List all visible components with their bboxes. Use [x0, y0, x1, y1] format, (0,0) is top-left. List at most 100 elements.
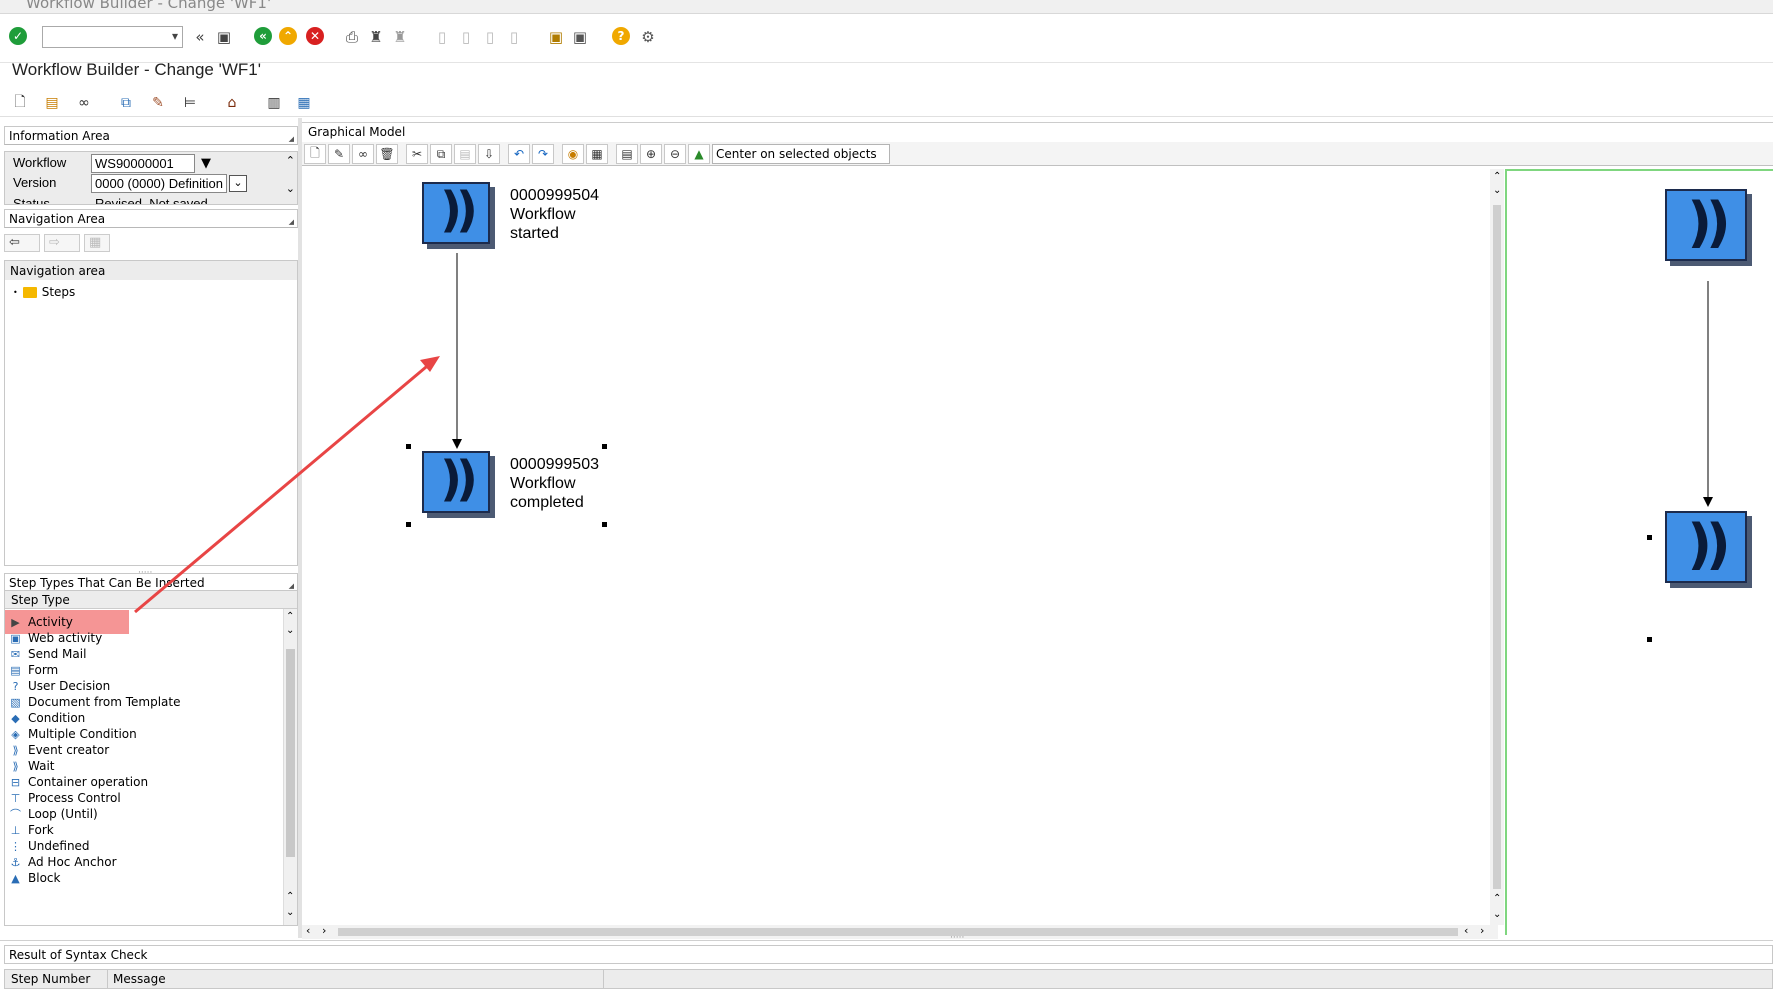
new-document-icon[interactable]: 🗋 [10, 93, 30, 113]
version-field[interactable]: 0000 (0000) Definition [91, 174, 227, 193]
scroll-up-icon[interactable]: ⌃ [286, 891, 294, 902]
new-icon[interactable]: 🗋 [304, 144, 326, 164]
scroll-up-icon[interactable]: ⌃ [1493, 893, 1501, 904]
user-decision-icon: ? [12, 679, 19, 693]
copy-icon[interactable]: ⧉ [430, 144, 452, 164]
resize-corner-icon[interactable]: ◢ [289, 218, 294, 226]
paste-icon[interactable]: ▤ [42, 93, 62, 113]
layout-alt-icon[interactable]: ▦ [294, 93, 314, 113]
scroll-down-icon[interactable]: ⌄ [1493, 185, 1501, 196]
step-type-column-header: Step Type [5, 591, 297, 609]
step-type-label: Document from Template [28, 695, 181, 709]
zoom-out-icon[interactable]: ⊖ [664, 144, 686, 164]
scroll-left-icon[interactable]: ‹ [1464, 924, 1468, 937]
hierarchy-icon[interactable]: ⊨ [180, 93, 200, 113]
scroll-up-icon[interactable]: ⌃ [1493, 171, 1501, 182]
scroll-down-icon[interactable]: ⌄ [286, 907, 294, 918]
undefined-icon: ⋮ [10, 839, 21, 853]
overview-panel[interactable]: )) )) [1505, 169, 1773, 935]
tree-bullet-icon: • [13, 287, 18, 297]
find-icon[interactable]: ♜ [366, 27, 386, 47]
resize-corner-icon[interactable]: ◢ [289, 582, 294, 590]
redo-icon[interactable]: ↷ [532, 144, 554, 164]
nav-tree-icon[interactable]: ▦ [84, 234, 110, 252]
grid-icon[interactable]: ▦ [586, 144, 608, 164]
scroll-up-icon[interactable]: ⌃ [286, 154, 295, 167]
layout-icon[interactable]: ▥ [264, 93, 284, 113]
previous-page-icon[interactable]: ▯ [456, 27, 476, 47]
navigation-tree: Navigation area • Steps [4, 260, 298, 566]
center-selected-button[interactable]: Center on selected objects [712, 144, 890, 164]
scroll-right-icon[interactable]: › [322, 924, 326, 937]
workflow-dropdown-icon[interactable]: ▼ [201, 156, 211, 171]
nav-back-icon[interactable]: ⇦ [4, 234, 40, 252]
step-type-row[interactable]: ▲ Block [9, 869, 60, 887]
column-divider [603, 970, 604, 988]
help-icon[interactable]: ? [612, 27, 630, 45]
block-icon: ▲ [11, 871, 20, 885]
cut-icon[interactable]: ✂ [406, 144, 428, 164]
workflow-label: Workflow [13, 155, 67, 170]
back-double-icon[interactable]: « [190, 27, 210, 47]
canvas-horizontal-scrollbar[interactable]: ‹ › ‹ › [302, 924, 1498, 939]
hat-icon[interactable]: ⌂ [222, 93, 242, 113]
bindings-icon[interactable]: ⧉ [116, 93, 136, 113]
overview-icon[interactable]: ▤ [616, 144, 638, 164]
workflow-field[interactable]: WS90000001 [91, 154, 195, 173]
scroll-down-icon[interactable]: ⌄ [1493, 909, 1501, 920]
version-dropdown-icon[interactable]: ⌄ [229, 175, 247, 192]
glasses-icon[interactable]: ∞ [74, 93, 94, 113]
print-icon[interactable]: ⎙ [342, 27, 362, 47]
tree-item-label: Steps [41, 285, 76, 299]
delete-icon[interactable]: 🗑 [376, 144, 398, 164]
wizard-icon[interactable]: ✎ [148, 93, 168, 113]
new-session-icon[interactable]: ▣ [546, 27, 566, 47]
scroll-down-icon[interactable]: ⌄ [286, 625, 294, 636]
column-message[interactable]: Message [113, 972, 166, 986]
scroll-thumb[interactable] [1493, 205, 1501, 889]
scroll-left-icon[interactable]: ‹ [306, 924, 310, 937]
exit-icon[interactable]: ⌃ [279, 27, 297, 45]
scroll-thumb[interactable] [338, 928, 1458, 936]
column-step-number[interactable]: Step Number [11, 972, 90, 986]
shortcut-icon[interactable]: ▣ [570, 27, 590, 47]
undo-icon[interactable]: ↶ [508, 144, 530, 164]
first-page-icon[interactable]: ▯ [432, 27, 452, 47]
multiple-condition-icon: ◈ [11, 727, 20, 741]
enter-check-icon[interactable]: ✓ [9, 27, 27, 45]
scroll-down-icon[interactable]: ⌄ [286, 182, 295, 195]
edit-icon[interactable]: ✎ [328, 144, 350, 164]
splitter-grip-icon[interactable]: ····· [950, 933, 964, 943]
navigation-buttons: ⇦ ⇨ ▦ [4, 231, 298, 255]
insert-icon[interactable]: ⇩ [478, 144, 500, 164]
graphical-model-canvas[interactable]: )) 0000999504 Workflow started )) 000099… [302, 169, 1500, 935]
scroll-thumb[interactable] [286, 649, 295, 857]
scroll-up-icon[interactable]: ⌃ [286, 611, 294, 622]
step-type-label: Event creator [28, 743, 110, 757]
save-icon[interactable]: ▣ [214, 27, 234, 47]
step-types-scrollbar[interactable]: ⌃ ⌄ ⌃ ⌄ [283, 609, 297, 925]
back-icon[interactable]: « [254, 27, 272, 45]
find-next-icon[interactable]: ♜ [390, 27, 410, 47]
cancel-icon[interactable]: ✕ [306, 27, 324, 45]
version-label: Version [13, 175, 57, 190]
command-field[interactable] [42, 26, 183, 48]
resize-corner-icon[interactable]: ◢ [289, 135, 294, 143]
canvas-vertical-scrollbar[interactable]: ⌃ ⌄ ⌃ ⌄ [1490, 169, 1504, 925]
tree-item-steps[interactable]: • Steps [13, 285, 75, 299]
nav-forward-icon[interactable]: ⇨ [44, 234, 80, 252]
status-label: Status [13, 196, 50, 205]
step-type-label: Wait [28, 759, 55, 773]
standard-toolbar: ✓ « ▣ « ⌃ ✕ ⎙ ♜ ♜ ▯ ▯ ▯ ▯ ▣ ▣ ? ⚙ [0, 15, 1773, 63]
zoom-in-icon[interactable]: ⊕ [640, 144, 662, 164]
navigation-area-header: Navigation Area ◢ [4, 209, 298, 228]
settings-gear-icon[interactable]: ⚙ [638, 27, 658, 47]
landscape-icon[interactable]: ▲ [688, 144, 710, 164]
last-page-icon[interactable]: ▯ [504, 27, 524, 47]
highlight-icon[interactable]: ◉ [562, 144, 584, 164]
scroll-right-icon[interactable]: › [1480, 924, 1484, 937]
next-page-icon[interactable]: ▯ [480, 27, 500, 47]
paste-icon[interactable]: ▤ [454, 144, 476, 164]
overview-connector-layer [1703, 281, 1713, 507]
display-icon[interactable]: ∞ [352, 144, 374, 164]
